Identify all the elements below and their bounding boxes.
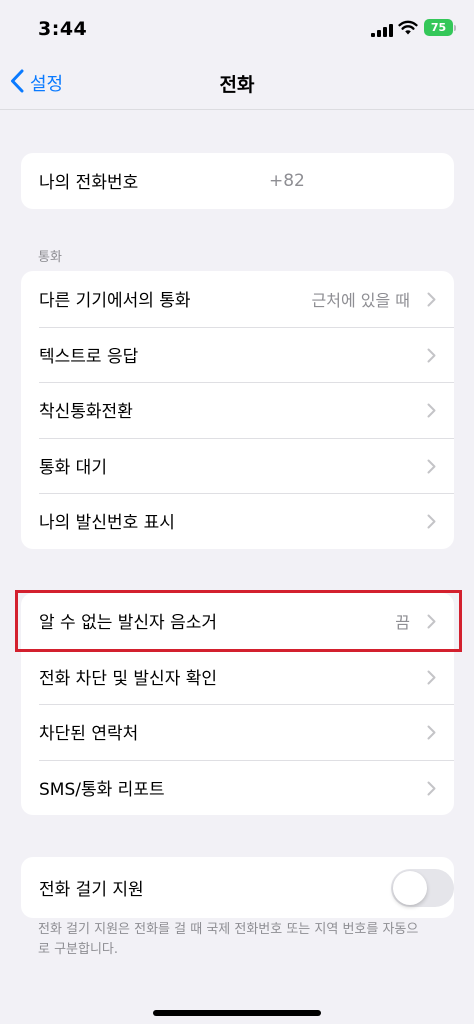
navigation-bar: 설정 전화 — [0, 56, 474, 110]
chevron-right-icon — [427, 459, 436, 478]
wifi-icon — [398, 20, 418, 39]
my-number-label: 나의 전화번호 — [39, 173, 139, 194]
chevron-right-icon — [427, 514, 436, 533]
section-header-calls: 통화 — [38, 250, 62, 265]
page-title: 전화 — [219, 74, 255, 96]
row-label: 다른 기기에서의 통화 — [39, 291, 191, 312]
list-item-call-blocking[interactable]: 전화 차단 및 발신자 확인 — [21, 648, 454, 705]
row-label: 전화 차단 및 발신자 확인 — [39, 668, 218, 689]
cellular-signal-icon — [371, 22, 393, 41]
dial-assist-row: 전화 걸기 지원 — [21, 857, 454, 918]
row-label: 나의 발신번호 표시 — [39, 513, 175, 534]
chevron-right-icon — [427, 725, 436, 744]
row-label: 차단된 연락처 — [39, 724, 139, 745]
calls-group: 다른 기기에서의 통화 근처에 있을 때 텍스트로 응답 착신통화전환 통화 대… — [21, 271, 454, 549]
my-number-row[interactable]: 나의 전화번호 +82 — [21, 153, 454, 209]
status-bar: 3:44 75 — [0, 0, 474, 56]
chevron-right-icon — [427, 614, 436, 633]
chevron-right-icon — [427, 348, 436, 367]
battery-cap — [454, 25, 456, 31]
row-label: SMS/통화 리포트 — [39, 779, 165, 800]
list-item-respond-with-text[interactable]: 텍스트로 응답 — [21, 326, 454, 383]
chevron-right-icon — [427, 403, 436, 422]
my-number-value: +82 — [269, 170, 305, 191]
dial-assist-footer: 전화 걸기 지원은 전화를 걸 때 국제 전화번호 또는 지역 번호를 자동으로… — [38, 922, 419, 957]
row-label: 통화 대기 — [39, 457, 107, 478]
blocking-group: 알 수 없는 발신자 음소거 끔 전화 차단 및 발신자 확인 차단된 연락처 … — [21, 593, 454, 815]
dial-assist-group: 전화 걸기 지원 — [21, 857, 454, 918]
row-label: 착신통화전환 — [39, 402, 133, 423]
list-item-silence-unknown-callers[interactable]: 알 수 없는 발신자 음소거 끔 — [21, 593, 454, 649]
dial-assist-toggle[interactable] — [391, 869, 454, 907]
status-time: 3:44 — [38, 18, 88, 40]
list-item-blocked-contacts[interactable]: 차단된 연락처 — [21, 704, 454, 760]
battery-icon: 75 — [424, 19, 453, 36]
chevron-right-icon — [427, 781, 436, 800]
list-item-sms-call-reporting[interactable]: SMS/통화 리포트 — [21, 759, 454, 816]
row-value: 근처에 있을 때 — [311, 290, 411, 310]
chevron-right-icon — [427, 292, 436, 311]
home-indicator[interactable] — [153, 1010, 321, 1016]
my-number-group: 나의 전화번호 +82 — [21, 153, 454, 209]
chevron-right-icon — [427, 670, 436, 689]
list-item-call-forwarding[interactable]: 착신통화전환 — [21, 382, 454, 438]
row-label: 알 수 없는 발신자 음소거 — [39, 613, 218, 634]
row-label: 텍스트로 응답 — [39, 346, 139, 367]
list-item-show-caller-id[interactable]: 나의 발신번호 표시 — [21, 493, 454, 549]
row-value: 끔 — [395, 612, 410, 632]
dial-assist-label: 전화 걸기 지원 — [39, 880, 144, 900]
list-item-call-waiting[interactable]: 통화 대기 — [21, 437, 454, 494]
toggle-knob — [393, 871, 427, 905]
list-item-calls-other-devices[interactable]: 다른 기기에서의 통화 근처에 있을 때 — [21, 271, 454, 327]
